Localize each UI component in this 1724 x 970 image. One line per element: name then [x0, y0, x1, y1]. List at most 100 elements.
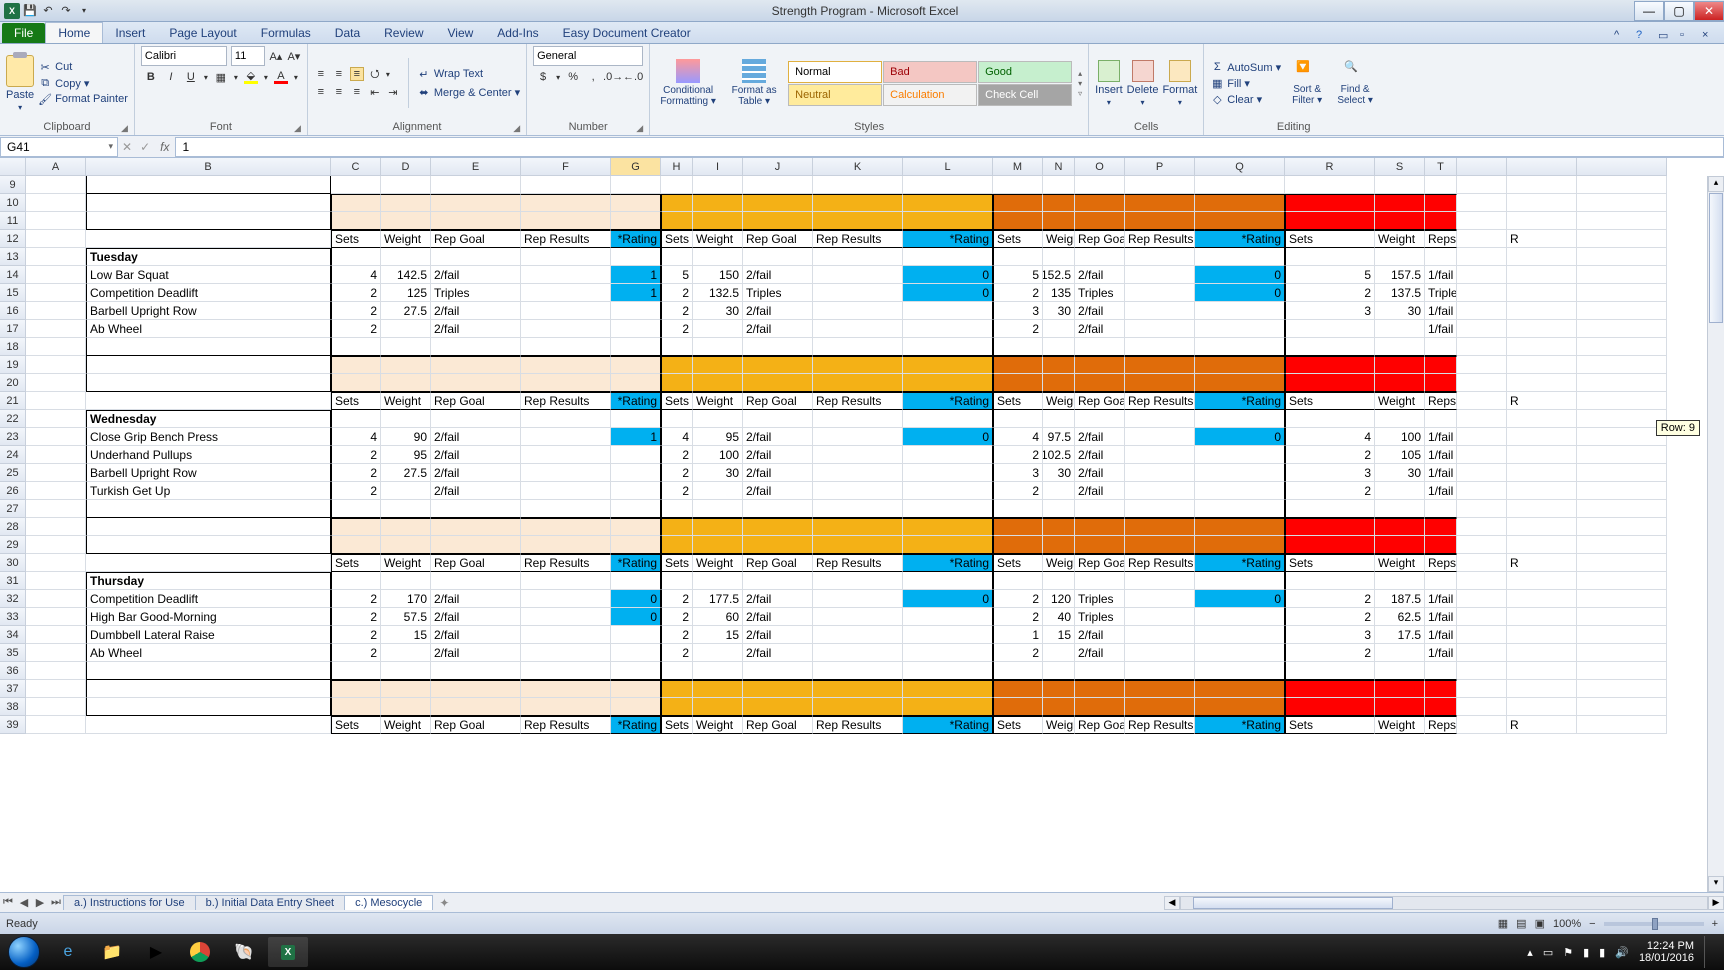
cell[interactable]: Rep Goal: [743, 716, 813, 734]
cell[interactable]: [26, 194, 86, 212]
style-cell-neutral[interactable]: Neutral: [788, 84, 882, 106]
cell[interactable]: 120: [1043, 590, 1075, 608]
cell[interactable]: [993, 248, 1043, 266]
cell[interactable]: [611, 356, 661, 374]
cell[interactable]: [1507, 500, 1577, 518]
cell[interactable]: Sets: [661, 230, 693, 248]
cell[interactable]: [1577, 626, 1667, 644]
cell[interactable]: [611, 536, 661, 554]
grid-header[interactable]: *Rating: [611, 716, 661, 734]
grow-font-icon[interactable]: A▴: [269, 49, 283, 63]
cell[interactable]: [521, 248, 611, 266]
cell[interactable]: [1457, 338, 1507, 356]
grid-header[interactable]: [0, 158, 26, 176]
cell[interactable]: [1285, 320, 1375, 338]
comma-icon[interactable]: ,: [586, 70, 600, 84]
cell[interactable]: [1075, 698, 1125, 716]
cell[interactable]: [611, 662, 661, 680]
enter-formula-icon[interactable]: ✓: [136, 140, 154, 154]
cell[interactable]: 2: [661, 626, 693, 644]
cell[interactable]: Dumbbell Lateral Raise: [86, 626, 331, 644]
align-center-icon[interactable]: ≡: [332, 85, 346, 99]
cell[interactable]: [1577, 284, 1667, 302]
cell[interactable]: [1125, 374, 1195, 392]
show-desktop-button[interactable]: [1704, 936, 1712, 968]
cell[interactable]: [26, 428, 86, 446]
cell[interactable]: Weight: [693, 554, 743, 572]
cell[interactable]: 2: [331, 320, 381, 338]
cell[interactable]: [661, 356, 693, 374]
cell[interactable]: 2/fail: [743, 608, 813, 626]
cell[interactable]: [521, 626, 611, 644]
cell[interactable]: [1125, 320, 1195, 338]
cell[interactable]: Rep Results: [521, 554, 611, 572]
cell[interactable]: Rep Results: [1125, 716, 1195, 734]
cell[interactable]: [26, 446, 86, 464]
cell[interactable]: 90: [381, 428, 431, 446]
indent-inc-icon[interactable]: ⇥: [386, 85, 400, 99]
orientation-icon[interactable]: ⭯: [368, 67, 382, 81]
cell[interactable]: [693, 536, 743, 554]
cell[interactable]: 1: [611, 428, 661, 446]
cell[interactable]: [813, 320, 903, 338]
cell[interactable]: Sets: [331, 392, 381, 410]
cell[interactable]: 2/fail: [743, 482, 813, 500]
cell[interactable]: [1457, 482, 1507, 500]
cell[interactable]: 4: [1285, 428, 1375, 446]
cell[interactable]: [1425, 680, 1457, 698]
cell[interactable]: [1507, 698, 1577, 716]
cell[interactable]: [1125, 464, 1195, 482]
cell[interactable]: [1375, 338, 1425, 356]
cell[interactable]: [993, 500, 1043, 518]
cell[interactable]: [743, 680, 813, 698]
cell[interactable]: [1075, 410, 1125, 428]
cell[interactable]: [1457, 698, 1507, 716]
cell[interactable]: 1/fail: [1425, 482, 1457, 500]
cell[interactable]: Rep Results: [1125, 230, 1195, 248]
font-size-select[interactable]: [231, 46, 265, 66]
cell[interactable]: [813, 176, 903, 194]
cell[interactable]: [521, 320, 611, 338]
cell[interactable]: [331, 248, 381, 266]
fill-color-button[interactable]: ⬙: [244, 70, 258, 84]
cell[interactable]: [1457, 500, 1507, 518]
cell[interactable]: 2: [661, 302, 693, 320]
fx-icon[interactable]: fx: [154, 140, 175, 154]
grid-header[interactable]: 39: [0, 716, 26, 734]
cell[interactable]: [431, 356, 521, 374]
style-cell-good[interactable]: Good: [978, 61, 1072, 83]
cell[interactable]: [1285, 572, 1375, 590]
grid-header[interactable]: 38: [0, 698, 26, 716]
cell[interactable]: [1195, 608, 1285, 626]
cell[interactable]: [1375, 212, 1425, 230]
cell[interactable]: Weight: [1043, 716, 1075, 734]
grid-header[interactable]: M: [993, 158, 1043, 176]
cell[interactable]: [661, 518, 693, 536]
cell[interactable]: [1425, 212, 1457, 230]
cell[interactable]: [1425, 248, 1457, 266]
cell[interactable]: [1125, 698, 1195, 716]
grid-header[interactable]: 10: [0, 194, 26, 212]
cell[interactable]: 2: [661, 644, 693, 662]
cell[interactable]: 1/fail: [1425, 428, 1457, 446]
cell[interactable]: [1457, 410, 1507, 428]
taskbar-media[interactable]: ▶: [136, 937, 176, 967]
cell[interactable]: Close Grip Bench Press: [86, 428, 331, 446]
cell[interactable]: [661, 662, 693, 680]
cell[interactable]: [693, 500, 743, 518]
cell[interactable]: [1125, 428, 1195, 446]
cell[interactable]: [1285, 536, 1375, 554]
cell[interactable]: [903, 662, 993, 680]
cell[interactable]: [1577, 176, 1667, 194]
cell[interactable]: [813, 590, 903, 608]
cell[interactable]: [903, 518, 993, 536]
cell[interactable]: 2: [331, 482, 381, 500]
cell[interactable]: [1285, 518, 1375, 536]
cell[interactable]: [993, 572, 1043, 590]
cell[interactable]: 100: [1375, 428, 1425, 446]
cell[interactable]: 3: [993, 464, 1043, 482]
cell[interactable]: Weight: [693, 716, 743, 734]
cell[interactable]: [1577, 338, 1667, 356]
tray-network-icon[interactable]: ▮: [1599, 946, 1605, 959]
cell[interactable]: [1195, 518, 1285, 536]
